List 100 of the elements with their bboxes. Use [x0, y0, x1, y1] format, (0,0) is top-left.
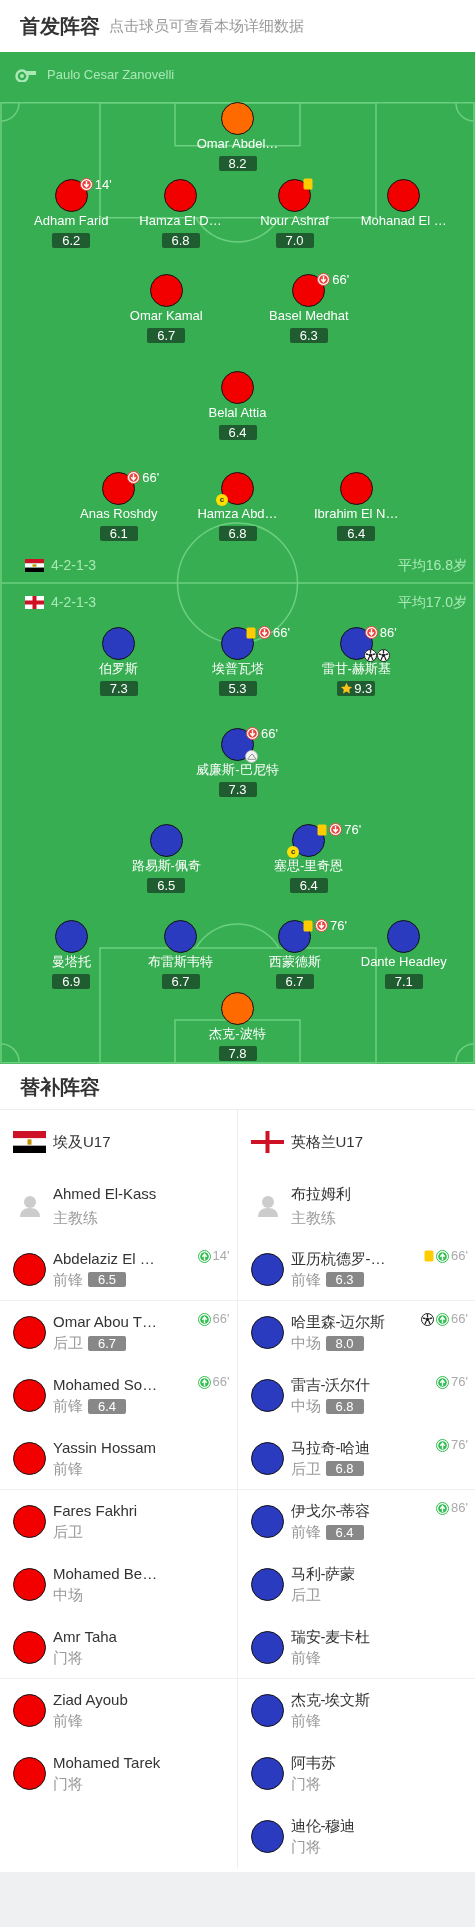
player-marker[interactable] — [221, 472, 254, 505]
sub-on-icon — [436, 1312, 450, 1326]
player-marker[interactable] — [250, 1757, 284, 1790]
player-marker[interactable] — [250, 1568, 284, 1601]
player-marker[interactable] — [13, 1252, 46, 1286]
sub-on-icon — [197, 1249, 211, 1263]
player-name: 曼塔托 — [51, 954, 91, 970]
avatar-icon — [18, 1194, 42, 1218]
player-name: Basel Medhat — [269, 308, 349, 324]
substitution-minute: 76' — [451, 1438, 468, 1452]
player-name: Yassin Hossam — [53, 1437, 157, 1458]
player-marker[interactable] — [387, 920, 421, 953]
boot-icon — [245, 750, 258, 763]
rating-badge: 6.4 — [289, 878, 328, 893]
player-name: Abdelaziz El … — [53, 1248, 155, 1269]
section-title: 首发阵容 — [20, 14, 100, 39]
rating-badge: 6.8 — [161, 233, 200, 248]
player-marker[interactable] — [13, 1379, 46, 1412]
player-name: 迪伦-穆迪 — [290, 1816, 356, 1836]
player-marker[interactable] — [339, 472, 373, 505]
player-position: 前锋 — [290, 1269, 321, 1290]
substitution-minute: 66' — [273, 626, 290, 639]
substitution-minute: 14' — [212, 1249, 230, 1263]
player-position: 中场 — [53, 1585, 83, 1605]
rating-badge: 6.3 — [325, 1272, 364, 1287]
player-name: 西蒙德斯 — [268, 954, 321, 970]
player-name: Amr Taha — [53, 1626, 117, 1647]
football-icon — [376, 649, 390, 662]
player-marker[interactable] — [250, 1441, 284, 1475]
player-name: 塞思-里奇恩 — [274, 858, 344, 874]
rating-badge: 6.7 — [88, 1335, 126, 1351]
player-marker[interactable] — [221, 371, 254, 404]
player-marker[interactable] — [13, 1505, 46, 1538]
player-marker[interactable] — [250, 1820, 284, 1853]
player-name: 杰克-波特 — [209, 1026, 266, 1042]
player-marker[interactable] — [164, 179, 197, 212]
player-marker[interactable] — [13, 1316, 46, 1349]
player-marker[interactable] — [54, 179, 88, 212]
player-name: Ziad Ayoub — [53, 1690, 128, 1710]
player-marker[interactable] — [250, 1505, 284, 1538]
rating-badge: 6.4 — [325, 1524, 364, 1540]
sub-off-icon — [79, 178, 93, 191]
player-marker[interactable] — [278, 920, 311, 953]
rating-badge: 6.5 — [88, 1272, 126, 1287]
substitution-minute: 66' — [212, 1375, 230, 1389]
player-name: Omar Abdel… — [196, 136, 279, 152]
player-marker[interactable] — [13, 1441, 46, 1475]
rating-badge: 6.2 — [52, 233, 91, 248]
player-position: 后卫 — [290, 1585, 321, 1605]
player-marker[interactable] — [54, 920, 88, 953]
booking-card-icon — [303, 919, 313, 932]
player-marker[interactable] — [149, 824, 183, 857]
player-marker[interactable] — [221, 102, 254, 135]
player-name: 马利-萨蒙 — [290, 1564, 356, 1584]
player-position: 中场 — [290, 1333, 321, 1353]
player-marker[interactable] — [149, 274, 183, 307]
team-name: 英格兰U17 — [290, 1131, 364, 1152]
star-icon — [340, 682, 354, 695]
player-name: Fares Fakhri — [53, 1501, 138, 1521]
player-marker[interactable] — [13, 1757, 46, 1790]
player-position: 门将 — [53, 1774, 83, 1794]
player-position: 门将 — [53, 1647, 83, 1668]
player-marker[interactable] — [164, 920, 197, 953]
player-marker[interactable] — [13, 1694, 46, 1727]
booking-card-icon — [317, 823, 328, 836]
player-marker[interactable] — [250, 1252, 284, 1286]
player-position: 前锋 — [53, 1711, 83, 1731]
section-title: 替补阵容 — [20, 1074, 100, 1100]
substitution-minute: 66' — [142, 471, 160, 484]
player-marker[interactable] — [292, 274, 326, 307]
sub-on-icon — [197, 1375, 211, 1389]
rating-badge: 6.7 — [275, 974, 314, 989]
player-marker[interactable] — [250, 1694, 284, 1727]
player-marker[interactable] — [221, 627, 254, 660]
player-marker[interactable] — [278, 179, 311, 212]
player-marker[interactable] — [221, 992, 254, 1025]
rating-badge: 6.1 — [99, 526, 138, 541]
player-marker[interactable] — [102, 472, 136, 505]
average-age: 平均17.0岁 — [397, 592, 467, 612]
rating-badge: 6.9 — [52, 974, 91, 989]
player-marker[interactable] — [250, 1316, 284, 1349]
sub-on-icon — [436, 1375, 450, 1389]
player-marker[interactable] — [13, 1568, 46, 1601]
rating-badge: 9.3 — [337, 681, 376, 696]
whistle-icon — [15, 68, 37, 82]
player-marker[interactable] — [102, 627, 136, 660]
player-marker[interactable] — [387, 179, 421, 212]
player-marker[interactable] — [13, 1630, 46, 1664]
rating-badge: 6.8 — [218, 526, 257, 541]
booking-card-icon — [246, 626, 256, 639]
player-marker[interactable] — [250, 1630, 284, 1664]
rating-badge: 6.4 — [218, 425, 257, 440]
substitution-minute: 66' — [451, 1312, 468, 1326]
player-name: 埃普瓦塔 — [211, 661, 264, 677]
substitution-minute: 14' — [94, 178, 112, 191]
sub-off-icon — [317, 273, 331, 286]
sub-on-icon — [436, 1501, 450, 1515]
player-name: Anas Roshdy — [80, 506, 158, 522]
player-name: Hamza Abd… — [197, 506, 278, 522]
player-marker[interactable] — [250, 1379, 284, 1412]
